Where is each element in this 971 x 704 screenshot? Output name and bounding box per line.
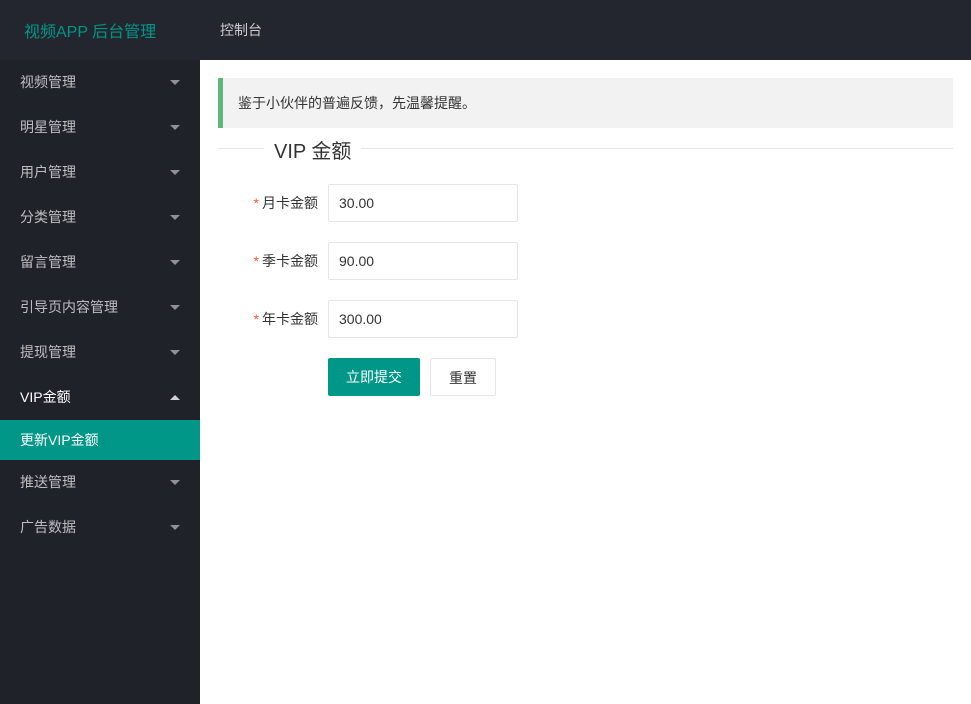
sidebar-item-withdraw[interactable]: 提现管理 bbox=[0, 330, 200, 375]
vip-form: *月卡金额 *季卡金额 *年卡金额 立即提交 重置 bbox=[218, 174, 953, 396]
sidebar: 视频管理 明星管理 用户管理 分类管理 留言管理 引导页内容管理 提现管理 V bbox=[0, 60, 200, 704]
chevron-down-icon bbox=[170, 170, 180, 175]
chevron-down-icon bbox=[170, 215, 180, 220]
sidebar-item-label: 用户管理 bbox=[20, 150, 76, 195]
chevron-down-icon bbox=[170, 525, 180, 530]
sidebar-item-star[interactable]: 明星管理 bbox=[0, 105, 200, 150]
nav-console[interactable]: 控制台 bbox=[200, 0, 282, 60]
sidebar-subitem-vip-update[interactable]: 更新VIP金额 bbox=[0, 420, 200, 460]
month-input[interactable] bbox=[328, 184, 518, 222]
logo: 视频APP 后台管理 bbox=[0, 18, 200, 42]
sidebar-item-label: 推送管理 bbox=[20, 460, 76, 505]
sidebar-item-push[interactable]: 推送管理 bbox=[0, 460, 200, 505]
main-content: 鉴于小伙伴的普遍反馈，先温馨提醒。 VIP 金额 *月卡金额 *季卡金额 *年卡… bbox=[200, 60, 971, 704]
reset-button[interactable]: 重置 bbox=[430, 358, 496, 396]
form-title-divider: VIP 金额 bbox=[218, 148, 953, 149]
quarter-label: *季卡金额 bbox=[218, 251, 328, 271]
alert-message: 鉴于小伙伴的普遍反馈，先温馨提醒。 bbox=[218, 78, 953, 128]
required-mark: * bbox=[254, 311, 259, 327]
chevron-down-icon bbox=[170, 480, 180, 485]
submit-button[interactable]: 立即提交 bbox=[328, 358, 420, 396]
year-label: *年卡金额 bbox=[218, 309, 328, 329]
sidebar-item-guide[interactable]: 引导页内容管理 bbox=[0, 285, 200, 330]
sidebar-item-ads[interactable]: 广告数据 bbox=[0, 505, 200, 550]
sidebar-item-label: 引导页内容管理 bbox=[20, 285, 118, 330]
sidebar-item-label: 明星管理 bbox=[20, 105, 76, 150]
sidebar-item-video[interactable]: 视频管理 bbox=[0, 60, 200, 105]
quarter-input[interactable] bbox=[328, 242, 518, 280]
chevron-down-icon bbox=[170, 125, 180, 130]
form-item-month: *月卡金额 bbox=[218, 184, 953, 222]
sidebar-item-label: 视频管理 bbox=[20, 60, 76, 105]
label-text: 月卡金额 bbox=[262, 195, 318, 211]
sidebar-item-message[interactable]: 留言管理 bbox=[0, 240, 200, 285]
sidebar-item-label: VIP金额 bbox=[20, 375, 71, 420]
container: 视频管理 明星管理 用户管理 分类管理 留言管理 引导页内容管理 提现管理 V bbox=[0, 60, 971, 704]
sidebar-item-category[interactable]: 分类管理 bbox=[0, 195, 200, 240]
form-buttons: 立即提交 重置 bbox=[218, 358, 953, 396]
header-nav: 控制台 bbox=[200, 0, 282, 60]
chevron-down-icon bbox=[170, 305, 180, 310]
sidebar-item-label: 分类管理 bbox=[20, 195, 76, 240]
sidebar-item-label: 提现管理 bbox=[20, 330, 76, 375]
form-item-quarter: *季卡金额 bbox=[218, 242, 953, 280]
header: 视频APP 后台管理 控制台 bbox=[0, 0, 971, 60]
year-input[interactable] bbox=[328, 300, 518, 338]
form-item-year: *年卡金额 bbox=[218, 300, 953, 338]
chevron-down-icon bbox=[170, 260, 180, 265]
month-label: *月卡金额 bbox=[218, 193, 328, 213]
required-mark: * bbox=[254, 195, 259, 211]
required-mark: * bbox=[254, 253, 259, 269]
sidebar-item-vip[interactable]: VIP金额 bbox=[0, 375, 200, 420]
label-text: 季卡金额 bbox=[262, 253, 318, 269]
sidebar-item-user[interactable]: 用户管理 bbox=[0, 150, 200, 195]
sidebar-item-label: 广告数据 bbox=[20, 505, 76, 550]
sidebar-item-label: 留言管理 bbox=[20, 240, 76, 285]
form-title: VIP 金额 bbox=[264, 135, 361, 164]
chevron-up-icon bbox=[170, 395, 180, 400]
chevron-down-icon bbox=[170, 350, 180, 355]
chevron-down-icon bbox=[170, 80, 180, 85]
label-text: 年卡金额 bbox=[262, 311, 318, 327]
